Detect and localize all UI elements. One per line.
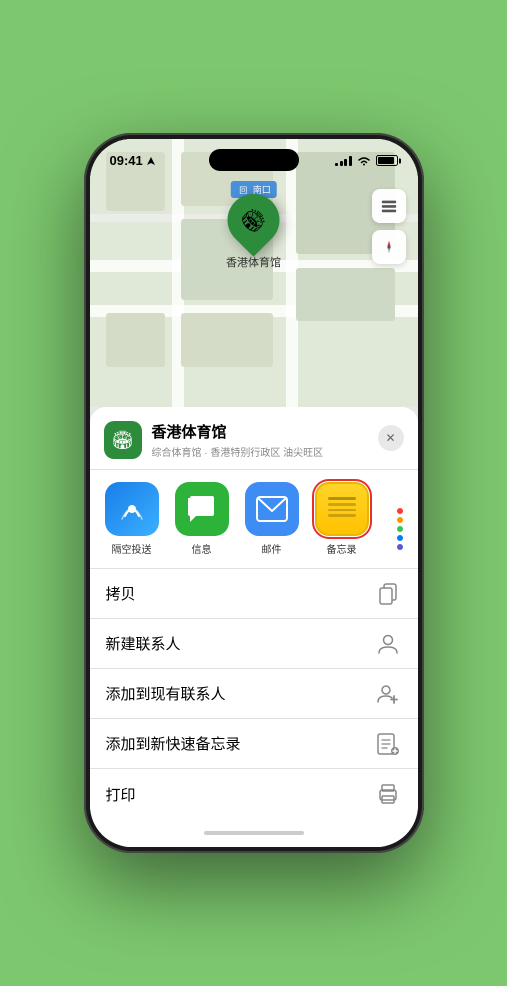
- airdrop-label: 隔空投送: [112, 541, 152, 556]
- close-button[interactable]: ✕: [378, 425, 404, 451]
- notes-icon-wrap: [315, 482, 369, 536]
- battery-icon: [376, 155, 398, 166]
- map-pin: 🏟: [217, 183, 291, 257]
- layers-icon: [380, 197, 398, 215]
- phone-shell: 09:41: [84, 133, 424, 853]
- share-row: 隔空投送 信息: [90, 470, 418, 569]
- airdrop-icon: [105, 482, 159, 536]
- messages-bubble-icon: [186, 494, 218, 524]
- mail-label: 邮件: [262, 541, 282, 556]
- messages-icon-wrap: [175, 482, 229, 536]
- map-pin-container: 🏟 香港体育馆: [226, 194, 281, 270]
- location-icon: [146, 156, 156, 166]
- notes-lines: [322, 489, 362, 521]
- notes-label: 备忘录: [327, 541, 357, 556]
- map-pin-inner: 🏟: [233, 199, 275, 241]
- place-subtitle: 综合体育馆 · 香港特别行政区 油尖旺区: [152, 444, 404, 459]
- dynamic-island: [209, 149, 299, 171]
- share-item-mail[interactable]: 邮件: [240, 482, 304, 556]
- add-to-contact-label: 添加到现有联系人: [106, 683, 226, 704]
- share-item-airdrop[interactable]: 隔空投送: [100, 482, 164, 556]
- person-add-icon: [376, 683, 400, 705]
- printer-icon: [377, 784, 399, 804]
- map-controls: [372, 189, 406, 264]
- signal-bars: [335, 156, 352, 166]
- more-options[interactable]: [380, 482, 418, 556]
- messages-label: 信息: [192, 541, 212, 556]
- add-to-notes-icon: [374, 730, 402, 758]
- person-icon: [377, 633, 399, 655]
- place-info: 香港体育馆 综合体育馆 · 香港特别行政区 油尖旺区: [152, 421, 404, 459]
- bottom-sheet: 🏟 香港体育馆 综合体育馆 · 香港特别行政区 油尖旺区 ✕: [90, 407, 418, 847]
- home-indicator: [90, 819, 418, 847]
- mail-envelope-icon: [256, 496, 288, 522]
- new-contact-label: 新建联系人: [106, 633, 181, 654]
- copy-label: 拷贝: [106, 583, 136, 604]
- add-to-contact-icon: [374, 680, 402, 708]
- map-area: 回 南口 🏟 香港体育馆: [90, 139, 418, 407]
- mail-icon-wrap: [245, 482, 299, 536]
- map-pin-icon: 🏟: [236, 202, 272, 238]
- action-print[interactable]: 打印: [90, 769, 418, 819]
- map-layers-button[interactable]: [372, 189, 406, 223]
- place-icon: 🏟: [104, 421, 142, 459]
- wifi-icon: [357, 156, 371, 166]
- share-item-notes[interactable]: 备忘录: [310, 482, 374, 556]
- print-icon: [374, 780, 402, 808]
- place-name: 香港体育馆: [152, 421, 404, 442]
- new-contact-icon: [374, 630, 402, 658]
- action-copy[interactable]: 拷贝: [90, 569, 418, 619]
- compass-icon: [381, 239, 397, 255]
- add-to-notes-label: 添加到新快速备忘录: [106, 733, 241, 754]
- action-new-contact[interactable]: 新建联系人: [90, 619, 418, 669]
- print-label: 打印: [106, 784, 136, 805]
- share-item-messages[interactable]: 信息: [170, 482, 234, 556]
- place-header: 🏟 香港体育馆 综合体育馆 · 香港特别行政区 油尖旺区 ✕: [90, 407, 418, 470]
- action-add-to-notes[interactable]: 添加到新快速备忘录: [90, 719, 418, 769]
- status-time: 09:41: [110, 153, 143, 168]
- phone-screen: 09:41: [90, 139, 418, 847]
- status-icons: [335, 155, 398, 166]
- note-add-icon: [377, 733, 399, 755]
- map-compass-button[interactable]: [372, 230, 406, 264]
- home-bar: [204, 831, 304, 835]
- action-add-to-contact[interactable]: 添加到现有联系人: [90, 669, 418, 719]
- airdrop-waves-icon: [117, 494, 147, 524]
- copy-icon: [374, 580, 402, 608]
- copy-document-icon: [378, 583, 398, 605]
